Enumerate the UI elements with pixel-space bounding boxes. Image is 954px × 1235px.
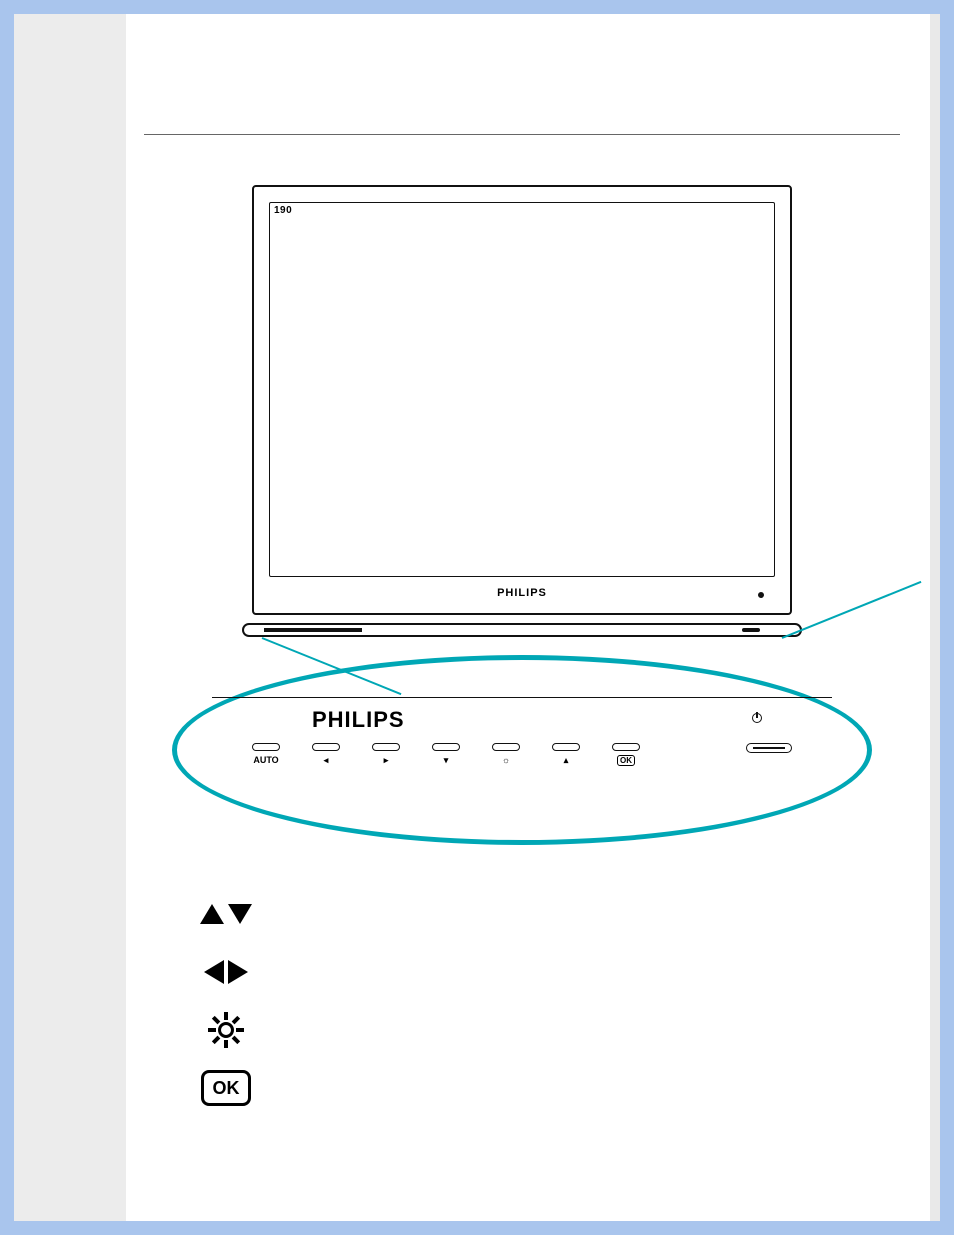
right-button[interactable]: ▸ xyxy=(362,743,410,766)
zoom-projection-line xyxy=(782,581,922,639)
brightness-button[interactable]: ☼ xyxy=(482,743,530,765)
up-button[interactable]: ▴ xyxy=(542,743,590,766)
auto-button[interactable]: AUTO xyxy=(242,743,290,765)
monitor-screen xyxy=(269,202,775,577)
brightness-icon xyxy=(194,1013,258,1047)
zoom-control-panel: PHILIPS AUTO ◂ ▸ xyxy=(212,675,832,795)
zoom-brand-text: PHILIPS xyxy=(312,707,405,733)
zoom-button-row: AUTO ◂ ▸ ▾ xyxy=(242,743,802,766)
power-button[interactable] xyxy=(746,743,792,753)
monitor-figure: 190 PHILIPS xyxy=(202,175,842,855)
bezel-power-led xyxy=(758,592,764,598)
zoom-panel-edge xyxy=(212,697,832,698)
monitor-outline: 190 PHILIPS xyxy=(252,185,792,615)
legend-row-ok: OK xyxy=(194,1059,900,1117)
legend-row-brightness xyxy=(194,1001,900,1059)
page-content: 190 PHILIPS xyxy=(144,34,900,1201)
document-page: 190 PHILIPS xyxy=(14,14,940,1221)
chin-btn xyxy=(264,628,278,632)
left-margin-strip xyxy=(14,14,126,1221)
ok-button[interactable]: OK xyxy=(602,743,650,766)
chin-btn xyxy=(320,628,334,632)
left-right-icon xyxy=(194,960,258,984)
chin-btn xyxy=(292,628,306,632)
right-arrow-icon: ▸ xyxy=(384,755,389,766)
ok-button-label: OK xyxy=(617,755,635,766)
page-frame: 190 PHILIPS xyxy=(0,0,954,1235)
right-scroll-hint xyxy=(930,14,940,1221)
legend-row-updown xyxy=(194,885,900,943)
control-legend: OK xyxy=(194,885,900,1117)
chin-btn xyxy=(348,628,362,632)
up-down-icon xyxy=(194,904,258,924)
down-arrow-icon: ▾ xyxy=(444,755,449,766)
auto-button-label: AUTO xyxy=(253,755,278,765)
chin-btn xyxy=(334,628,348,632)
bezel-brand-text: PHILIPS xyxy=(254,587,790,599)
power-icon xyxy=(752,713,762,723)
legend-row-leftright xyxy=(194,943,900,1001)
section-divider xyxy=(144,134,900,135)
chin-btn xyxy=(278,628,292,632)
chin-power-btn xyxy=(742,628,760,632)
model-badge: 190 xyxy=(274,205,292,216)
down-button[interactable]: ▾ xyxy=(422,743,470,766)
monitor-chin-bar xyxy=(242,623,802,637)
left-button[interactable]: ◂ xyxy=(302,743,350,766)
ok-icon: OK xyxy=(194,1070,258,1106)
chin-btn xyxy=(306,628,320,632)
brightness-icon: ☼ xyxy=(502,755,510,765)
left-arrow-icon: ◂ xyxy=(324,755,329,766)
up-arrow-icon: ▴ xyxy=(564,755,569,766)
